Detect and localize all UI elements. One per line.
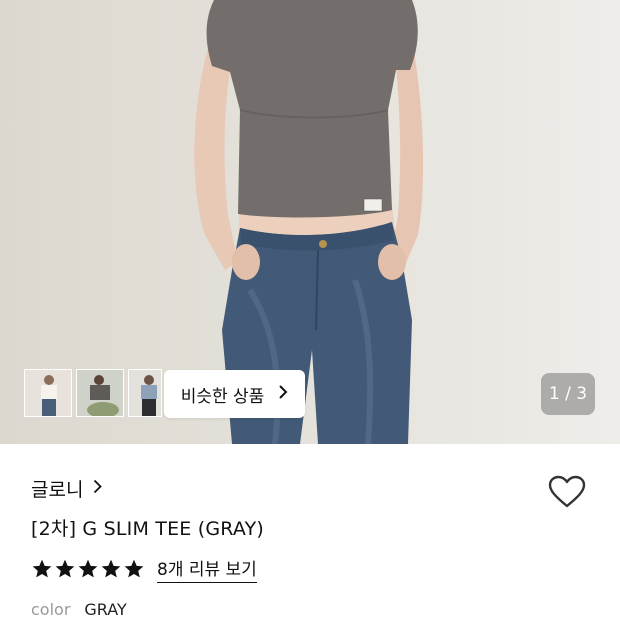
heart-icon <box>548 475 586 508</box>
brand-link[interactable]: 글로니 <box>31 475 103 502</box>
star-icon <box>101 559 121 578</box>
thumbnail-strip <box>24 369 162 417</box>
similar-products-label: 비슷한 상품 <box>180 386 265 407</box>
color-value: GRAY <box>84 600 127 619</box>
brand-name: 글로니 <box>31 479 84 501</box>
thumbnail-3[interactable] <box>128 369 162 417</box>
similar-products-button[interactable]: 비슷한 상품 <box>164 370 305 418</box>
product-image-gallery[interactable]: 비슷한 상품 1 / 3 <box>0 0 620 444</box>
star-icon <box>78 559 98 578</box>
product-title: [2차] G SLIM TEE (GRAY) <box>31 518 265 540</box>
chevron-right-icon <box>278 384 288 405</box>
rating-row: 8개 리뷰 보기 <box>31 555 257 583</box>
chevron-right-icon <box>93 478 103 499</box>
thumbnail-2[interactable] <box>76 369 124 417</box>
star-icon <box>32 559 52 578</box>
wishlist-button[interactable] <box>548 475 586 509</box>
star-icon <box>124 559 144 578</box>
color-label: color <box>31 600 71 619</box>
rating-stars <box>31 558 145 580</box>
star-icon <box>55 559 75 578</box>
review-link[interactable]: 8개 리뷰 보기 <box>157 555 257 583</box>
color-row: color GRAY <box>31 600 127 619</box>
thumbnail-1[interactable] <box>24 369 72 417</box>
image-pager: 1 / 3 <box>541 373 595 415</box>
